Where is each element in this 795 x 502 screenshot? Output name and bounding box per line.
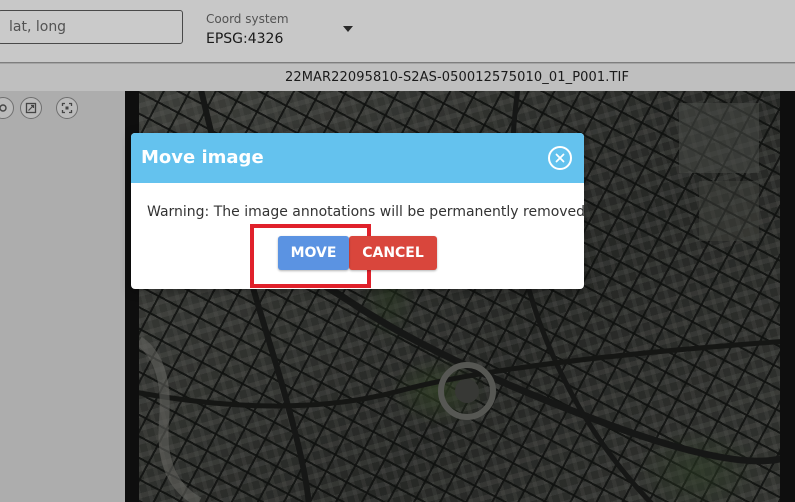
move-button[interactable]: MOVE: [278, 236, 349, 270]
close-icon[interactable]: [548, 146, 572, 170]
dialog-header: Move image: [131, 133, 584, 183]
move-image-dialog: Move image Warning: The image annotation…: [131, 133, 584, 289]
dialog-title: Move image: [141, 147, 264, 168]
dialog-warning-message: Warning: The image annotations will be p…: [147, 204, 584, 220]
cancel-button[interactable]: CANCEL: [349, 236, 437, 270]
